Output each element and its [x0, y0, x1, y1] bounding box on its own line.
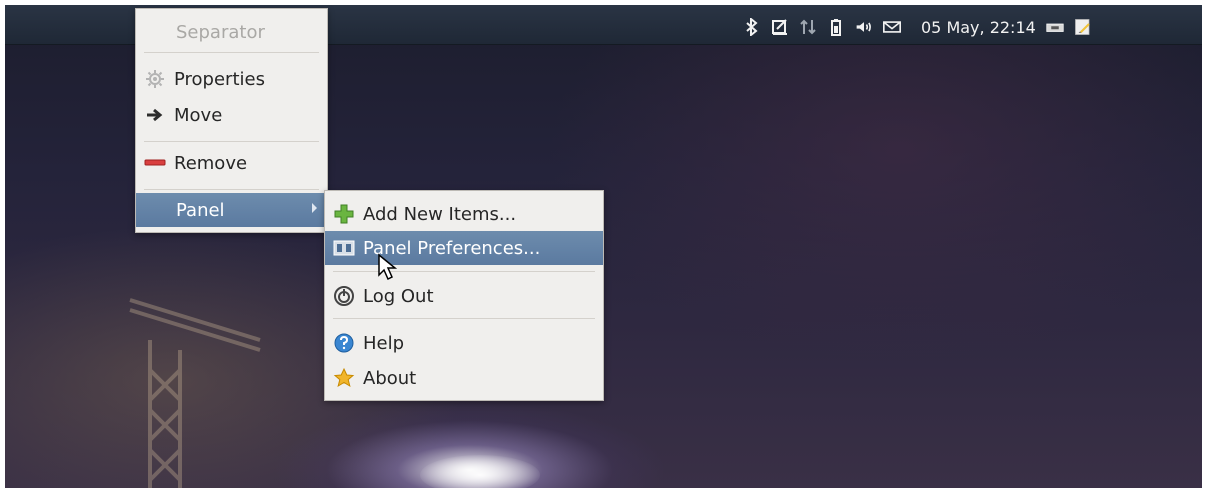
submenu-divider	[333, 271, 595, 272]
crane-silhouette	[129, 298, 261, 493]
menu-item-properties[interactable]: Properties	[136, 62, 327, 96]
mouse-pointer-icon	[378, 253, 398, 281]
panel-submenu: Add New Items... Panel Preferences... Lo…	[324, 190, 604, 401]
menu-item-panel[interactable]: Panel	[136, 193, 327, 227]
submenu-item-log-out-label: Log Out	[363, 285, 434, 307]
menu-item-panel-label: Panel	[176, 199, 225, 221]
desktop-screen: 05 May, 22:14 Separator Properties Move	[0, 0, 1207, 493]
clock-label[interactable]: 05 May, 22:14	[921, 18, 1036, 37]
submenu-divider	[333, 318, 595, 319]
mail-icon[interactable]	[883, 18, 901, 36]
network-icon[interactable]	[799, 18, 817, 36]
bluetooth-icon[interactable]	[743, 18, 761, 36]
menu-item-separator: Separator	[136, 15, 327, 49]
submenu-item-help-label: Help	[363, 332, 405, 354]
menu-item-move-label: Move	[174, 104, 223, 126]
submenu-item-about-label: About	[363, 367, 417, 389]
menu-item-remove[interactable]: Remove	[136, 146, 327, 180]
submenu-item-log-out[interactable]: Log Out	[325, 279, 603, 313]
menu-item-properties-label: Properties	[174, 68, 265, 90]
light-flare	[420, 455, 540, 493]
battery-icon[interactable]	[827, 18, 845, 36]
edit-icon[interactable]	[1074, 18, 1092, 36]
menu-divider	[144, 52, 319, 53]
drive-icon[interactable]	[1046, 18, 1064, 36]
submenu-item-add-new-items-label: Add New Items...	[363, 203, 517, 225]
minus-icon	[144, 152, 166, 174]
gear-icon	[144, 68, 166, 90]
menu-item-separator-label: Separator	[176, 21, 265, 43]
submenu-item-about[interactable]: About	[325, 361, 603, 395]
submenu-item-help[interactable]: Help	[325, 326, 603, 360]
submenu-item-add-new-items[interactable]: Add New Items...	[325, 197, 603, 231]
system-tray: 05 May, 22:14	[743, 10, 1092, 44]
arrow-right-icon	[144, 104, 166, 126]
panel-context-menu: Separator Properties Move Remove Panel	[135, 8, 328, 233]
help-icon	[333, 332, 355, 354]
menu-item-remove-label: Remove	[174, 152, 248, 174]
chevron-right-icon	[312, 203, 317, 213]
notes-icon[interactable]	[771, 18, 789, 36]
power-icon	[333, 285, 355, 307]
panel-preferences-icon	[333, 237, 355, 259]
menu-divider	[144, 141, 319, 142]
submenu-item-panel-preferences[interactable]: Panel Preferences...	[325, 231, 603, 265]
menu-divider	[144, 189, 319, 190]
add-icon	[333, 203, 355, 225]
star-icon	[333, 367, 355, 389]
menu-item-move[interactable]: Move	[136, 98, 327, 132]
volume-icon[interactable]	[855, 18, 873, 36]
